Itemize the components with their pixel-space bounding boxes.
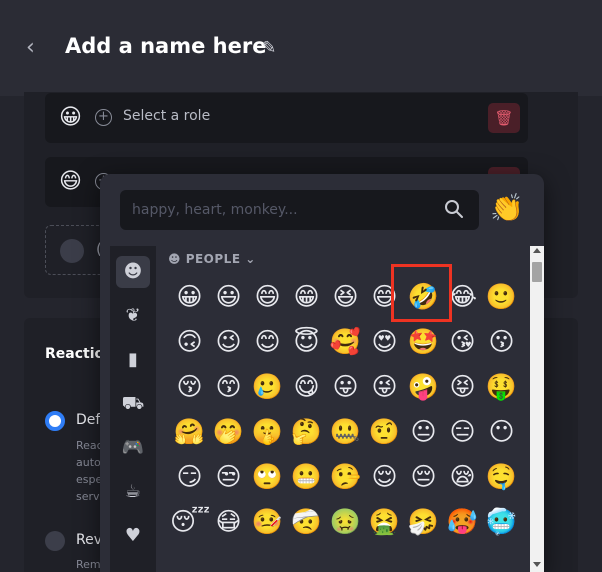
radio-reverse[interactable] (45, 531, 65, 551)
emoji-cell[interactable]: 😋 (287, 364, 326, 409)
select-role-label[interactable]: Select a role (123, 108, 210, 124)
emoji-cell[interactable]: 😚 (170, 364, 209, 409)
emoji-cell[interactable]: 😍 (365, 319, 404, 364)
emoji-cell[interactable]: 🤑 (482, 364, 521, 409)
section-header-people[interactable]: ☻ PEOPLE ⌄ (168, 252, 256, 266)
emoji-cell[interactable]: 😗 (482, 319, 521, 364)
category-activities-icon[interactable]: 🎮 (116, 432, 150, 464)
emoji-cell[interactable]: 🤥 (326, 454, 365, 499)
emoji-cell[interactable]: 🥵 (443, 499, 482, 544)
emoji-cell[interactable]: 🤩 (404, 319, 443, 364)
emoji-cell[interactable]: 🙃 (170, 319, 209, 364)
emoji-cell[interactable]: 😀 (170, 274, 209, 319)
emoji-cell[interactable]: 🥶 (482, 499, 521, 544)
emoji-cell[interactable]: 🤐 (326, 409, 365, 454)
emoji-cell[interactable]: 😐 (404, 409, 443, 454)
selection-highlight (391, 264, 452, 322)
emoji-cell[interactable]: 😴 (170, 499, 210, 544)
category-symbols-icon[interactable]: ♥ (116, 520, 150, 552)
page-header: ‹ Add a name here ✎ (0, 0, 602, 96)
emoji-cell[interactable]: 😷 (209, 499, 248, 544)
scroll-down-icon[interactable] (533, 562, 541, 567)
scroll-up-icon[interactable] (533, 248, 541, 253)
option-default-label[interactable]: Def (76, 412, 100, 428)
role-emoji-1[interactable]: 😀 (59, 105, 82, 131)
option-reverse-label[interactable]: Rev (76, 532, 102, 548)
pencil-icon[interactable]: ✎ (262, 38, 276, 58)
emoji-picker: 👏 ☻ ❦ ▮ ⛟ 🎮 ☕ ♥ ☻ PEOPLE ⌄ 😀😃😄😁😆😅🤣😂🙂🙃😉😊😇… (100, 174, 544, 572)
trash-icon[interactable]: 🗑 (488, 103, 520, 133)
category-people-icon[interactable]: ☻ (116, 256, 150, 288)
emoji-cell[interactable]: 🤕 (287, 499, 326, 544)
emoji-cell[interactable]: 😪 (443, 454, 482, 499)
reactions-title: Reactio (45, 346, 105, 362)
emoji-cell[interactable]: 😏 (170, 454, 209, 499)
emoji-cell[interactable]: 🤔 (287, 409, 326, 454)
emoji-cell[interactable]: 🤒 (248, 499, 287, 544)
emoji-cell[interactable]: 😔 (404, 454, 443, 499)
plus-circle-icon[interactable]: + (95, 109, 112, 126)
emoji-cell[interactable]: 🤨 (365, 409, 404, 454)
emoji-search-input[interactable] (120, 190, 479, 230)
category-travel-icon[interactable]: ⛟ (116, 388, 150, 420)
emoji-cell[interactable]: 😒 (209, 454, 248, 499)
option-default-desc-3: espe (76, 473, 103, 486)
emoji-cell[interactable]: 🤗 (170, 409, 209, 454)
emoji-cell[interactable]: 😬 (287, 454, 326, 499)
emoji-cell[interactable]: 😜 (365, 364, 404, 409)
emoji-grid-area: ☻ PEOPLE ⌄ 😀 😃 😄 😁 😆 😅 🤣 😂 🙂 🙃 😉 😊 😇 🥰 😍 🤩 😘 😗 😚 😙 🥲 😋 😛 😜 🤪 😝 🤑 🤗 🤭… (156, 246, 530, 572)
role-row-1[interactable]: 😀 + Select a role 🗑 (45, 93, 528, 143)
emoji-cell[interactable]: 😙 (209, 364, 248, 409)
category-sidebar: ☻ ❦ ▮ ⛟ 🎮 ☕ ♥ (110, 246, 156, 572)
chevron-left-icon[interactable]: ‹ (26, 36, 35, 60)
option-default-desc-2: auto (76, 456, 101, 469)
emoji-cell[interactable]: 🤤 (482, 454, 521, 499)
emoji-cell[interactable]: 😄 (248, 274, 287, 319)
emoji-cell[interactable]: 🤪 (404, 364, 443, 409)
search-icon[interactable] (444, 199, 464, 219)
emoji-grid: 😀 😃 😄 😁 😆 😅 🤣 😂 🙂 🙃 😉 😊 😇 🥰 😍 🤩 😘 😗 😚 😙 🥲 😋 😛 😜 🤪 😝 🤑 🤗 🤭 🤫 🤔 🤐 🤨 😐 😑 😶 😏 😒 🙄 😬… (170, 274, 521, 544)
emoji-cell[interactable]: 😌 (365, 454, 404, 499)
emoji-cell[interactable]: 🤫 (248, 409, 287, 454)
emoji-cell[interactable]: 🥰 (326, 319, 365, 364)
emoji-cell[interactable]: 🤮 (365, 499, 404, 544)
emoji-cell[interactable]: 😑 (443, 409, 482, 454)
scroll-thumb[interactable] (532, 262, 542, 282)
skin-tone-button[interactable]: 👏 (490, 192, 524, 226)
category-food-icon[interactable]: ▮ (116, 344, 150, 376)
emoji-cell[interactable]: 😘 (443, 319, 482, 364)
emoji-cell[interactable]: 🥲 (248, 364, 287, 409)
page-title[interactable]: Add a name here (65, 34, 266, 58)
emoji-cell[interactable]: 😝 (443, 364, 482, 409)
option-default-desc-4: serv (76, 490, 100, 503)
emoji-cell[interactable]: 😆 (326, 274, 365, 319)
emoji-cell[interactable]: 🤢 (326, 499, 365, 544)
emoji-cell[interactable]: 🤧 (404, 499, 443, 544)
emoji-cell[interactable]: 😃 (209, 274, 248, 319)
picker-scrollbar[interactable] (530, 246, 544, 572)
emoji-cell[interactable]: 😊 (248, 319, 287, 364)
category-objects-icon[interactable]: ☕ (116, 476, 150, 508)
role-emoji-2[interactable]: 😄 (59, 169, 82, 195)
radio-default[interactable] (45, 411, 65, 431)
emoji-cell[interactable]: 🙂 (482, 274, 521, 319)
option-reverse-desc-1: Rem (76, 558, 101, 571)
option-default-desc-1: Reac (76, 439, 103, 452)
emoji-cell[interactable]: 😛 (326, 364, 365, 409)
emoji-cell[interactable]: 😉 (209, 319, 248, 364)
emoji-cell[interactable]: 😇 (287, 319, 326, 364)
emoji-cell[interactable]: 😁 (287, 274, 326, 319)
emoji-placeholder-icon[interactable] (60, 239, 84, 263)
emoji-cell[interactable]: 🙄 (248, 454, 287, 499)
category-nature-icon[interactable]: ❦ (116, 300, 150, 332)
emoji-cell[interactable]: 🤭 (209, 409, 248, 454)
emoji-cell[interactable]: 😶 (482, 409, 521, 454)
